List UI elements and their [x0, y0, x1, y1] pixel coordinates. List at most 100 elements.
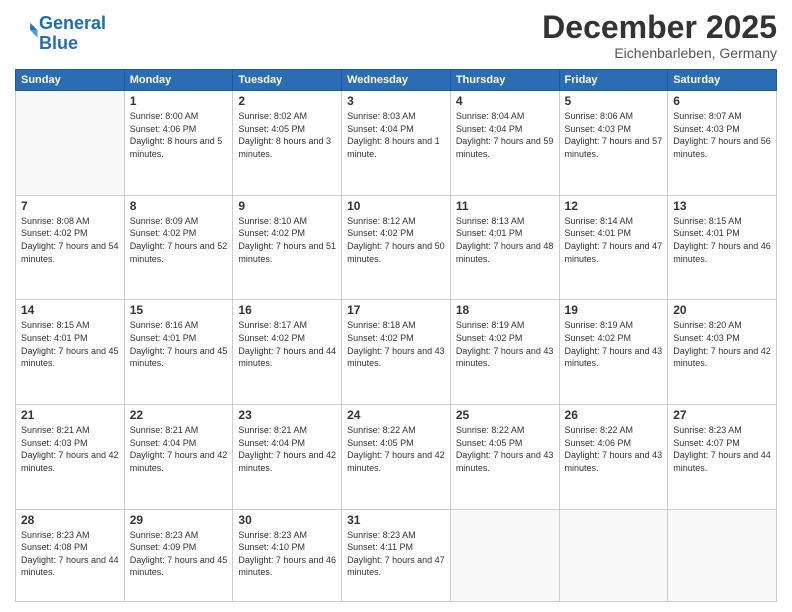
table-row: 30 Sunrise: 8:23 AM Sunset: 4:10 PM Dayl…: [233, 509, 342, 601]
table-row: 28 Sunrise: 8:23 AM Sunset: 4:08 PM Dayl…: [16, 509, 125, 601]
day-info: Sunrise: 8:09 AM Sunset: 4:02 PM Dayligh…: [130, 215, 228, 265]
table-row: 15 Sunrise: 8:16 AM Sunset: 4:01 PM Dayl…: [124, 300, 233, 405]
day-number: 5: [565, 94, 663, 108]
th-tuesday: Tuesday: [233, 70, 342, 91]
logo-line2: Blue: [39, 33, 78, 53]
day-info: Sunrise: 8:16 AM Sunset: 4:01 PM Dayligh…: [130, 319, 228, 369]
th-saturday: Saturday: [668, 70, 777, 91]
table-row: 22 Sunrise: 8:21 AM Sunset: 4:04 PM Dayl…: [124, 405, 233, 510]
day-number: 12: [565, 199, 663, 213]
day-number: 18: [456, 303, 554, 317]
th-sunday: Sunday: [16, 70, 125, 91]
table-row: 10 Sunrise: 8:12 AM Sunset: 4:02 PM Dayl…: [342, 195, 451, 300]
table-row: 31 Sunrise: 8:23 AM Sunset: 4:11 PM Dayl…: [342, 509, 451, 601]
table-row: 24 Sunrise: 8:22 AM Sunset: 4:05 PM Dayl…: [342, 405, 451, 510]
day-info: Sunrise: 8:04 AM Sunset: 4:04 PM Dayligh…: [456, 110, 554, 160]
logo-icon: [17, 20, 39, 42]
day-number: 29: [130, 513, 228, 527]
day-info: Sunrise: 8:07 AM Sunset: 4:03 PM Dayligh…: [673, 110, 771, 160]
table-row: 23 Sunrise: 8:21 AM Sunset: 4:04 PM Dayl…: [233, 405, 342, 510]
logo-text: General Blue: [39, 14, 106, 54]
day-number: 13: [673, 199, 771, 213]
table-row: 25 Sunrise: 8:22 AM Sunset: 4:05 PM Dayl…: [450, 405, 559, 510]
day-info: Sunrise: 8:15 AM Sunset: 4:01 PM Dayligh…: [673, 215, 771, 265]
day-number: 14: [21, 303, 119, 317]
calendar-table: Sunday Monday Tuesday Wednesday Thursday…: [15, 69, 777, 602]
day-info: Sunrise: 8:21 AM Sunset: 4:03 PM Dayligh…: [21, 424, 119, 474]
table-row: 11 Sunrise: 8:13 AM Sunset: 4:01 PM Dayl…: [450, 195, 559, 300]
day-info: Sunrise: 8:23 AM Sunset: 4:09 PM Dayligh…: [130, 529, 228, 579]
day-number: 30: [238, 513, 336, 527]
day-info: Sunrise: 8:22 AM Sunset: 4:05 PM Dayligh…: [347, 424, 445, 474]
day-info: Sunrise: 8:17 AM Sunset: 4:02 PM Dayligh…: [238, 319, 336, 369]
day-info: Sunrise: 8:03 AM Sunset: 4:04 PM Dayligh…: [347, 110, 445, 160]
table-row: 5 Sunrise: 8:06 AM Sunset: 4:03 PM Dayli…: [559, 91, 668, 196]
day-number: 24: [347, 408, 445, 422]
day-number: 9: [238, 199, 336, 213]
day-info: Sunrise: 8:12 AM Sunset: 4:02 PM Dayligh…: [347, 215, 445, 265]
day-info: Sunrise: 8:10 AM Sunset: 4:02 PM Dayligh…: [238, 215, 336, 265]
day-info: Sunrise: 8:21 AM Sunset: 4:04 PM Dayligh…: [130, 424, 228, 474]
day-info: Sunrise: 8:19 AM Sunset: 4:02 PM Dayligh…: [456, 319, 554, 369]
day-number: 11: [456, 199, 554, 213]
day-info: Sunrise: 8:02 AM Sunset: 4:05 PM Dayligh…: [238, 110, 336, 160]
day-info: Sunrise: 8:14 AM Sunset: 4:01 PM Dayligh…: [565, 215, 663, 265]
table-row: [559, 509, 668, 601]
table-row: 29 Sunrise: 8:23 AM Sunset: 4:09 PM Dayl…: [124, 509, 233, 601]
day-number: 10: [347, 199, 445, 213]
day-info: Sunrise: 8:23 AM Sunset: 4:08 PM Dayligh…: [21, 529, 119, 579]
location-title: Eichenbarleben, Germany: [542, 45, 777, 61]
day-number: 20: [673, 303, 771, 317]
day-info: Sunrise: 8:00 AM Sunset: 4:06 PM Dayligh…: [130, 110, 228, 160]
table-row: 27 Sunrise: 8:23 AM Sunset: 4:07 PM Dayl…: [668, 405, 777, 510]
day-info: Sunrise: 8:22 AM Sunset: 4:05 PM Dayligh…: [456, 424, 554, 474]
day-number: 17: [347, 303, 445, 317]
page: General Blue December 2025 Eichenbarlebe…: [0, 0, 792, 612]
day-info: Sunrise: 8:20 AM Sunset: 4:03 PM Dayligh…: [673, 319, 771, 369]
table-row: 4 Sunrise: 8:04 AM Sunset: 4:04 PM Dayli…: [450, 91, 559, 196]
day-number: 27: [673, 408, 771, 422]
day-info: Sunrise: 8:23 AM Sunset: 4:07 PM Dayligh…: [673, 424, 771, 474]
logo: General Blue: [15, 14, 106, 54]
day-number: 2: [238, 94, 336, 108]
day-number: 16: [238, 303, 336, 317]
day-info: Sunrise: 8:18 AM Sunset: 4:02 PM Dayligh…: [347, 319, 445, 369]
table-row: 26 Sunrise: 8:22 AM Sunset: 4:06 PM Dayl…: [559, 405, 668, 510]
day-number: 23: [238, 408, 336, 422]
table-row: 17 Sunrise: 8:18 AM Sunset: 4:02 PM Dayl…: [342, 300, 451, 405]
table-row: 6 Sunrise: 8:07 AM Sunset: 4:03 PM Dayli…: [668, 91, 777, 196]
day-number: 7: [21, 199, 119, 213]
day-number: 22: [130, 408, 228, 422]
th-friday: Friday: [559, 70, 668, 91]
day-info: Sunrise: 8:21 AM Sunset: 4:04 PM Dayligh…: [238, 424, 336, 474]
day-number: 4: [456, 94, 554, 108]
table-row: 8 Sunrise: 8:09 AM Sunset: 4:02 PM Dayli…: [124, 195, 233, 300]
table-row: 18 Sunrise: 8:19 AM Sunset: 4:02 PM Dayl…: [450, 300, 559, 405]
day-info: Sunrise: 8:13 AM Sunset: 4:01 PM Dayligh…: [456, 215, 554, 265]
day-info: Sunrise: 8:22 AM Sunset: 4:06 PM Dayligh…: [565, 424, 663, 474]
table-row: [450, 509, 559, 601]
table-row: 14 Sunrise: 8:15 AM Sunset: 4:01 PM Dayl…: [16, 300, 125, 405]
table-row: 19 Sunrise: 8:19 AM Sunset: 4:02 PM Dayl…: [559, 300, 668, 405]
day-number: 26: [565, 408, 663, 422]
day-number: 1: [130, 94, 228, 108]
header: General Blue December 2025 Eichenbarlebe…: [15, 10, 777, 61]
calendar-header-row: Sunday Monday Tuesday Wednesday Thursday…: [16, 70, 777, 91]
table-row: 3 Sunrise: 8:03 AM Sunset: 4:04 PM Dayli…: [342, 91, 451, 196]
th-wednesday: Wednesday: [342, 70, 451, 91]
day-number: 31: [347, 513, 445, 527]
title-block: December 2025 Eichenbarleben, Germany: [542, 10, 777, 61]
day-number: 28: [21, 513, 119, 527]
th-monday: Monday: [124, 70, 233, 91]
table-row: 21 Sunrise: 8:21 AM Sunset: 4:03 PM Dayl…: [16, 405, 125, 510]
day-number: 15: [130, 303, 228, 317]
day-number: 19: [565, 303, 663, 317]
table-row: 1 Sunrise: 8:00 AM Sunset: 4:06 PM Dayli…: [124, 91, 233, 196]
table-row: 20 Sunrise: 8:20 AM Sunset: 4:03 PM Dayl…: [668, 300, 777, 405]
table-row: 12 Sunrise: 8:14 AM Sunset: 4:01 PM Dayl…: [559, 195, 668, 300]
day-info: Sunrise: 8:08 AM Sunset: 4:02 PM Dayligh…: [21, 215, 119, 265]
day-info: Sunrise: 8:23 AM Sunset: 4:10 PM Dayligh…: [238, 529, 336, 579]
day-info: Sunrise: 8:06 AM Sunset: 4:03 PM Dayligh…: [565, 110, 663, 160]
table-row: 2 Sunrise: 8:02 AM Sunset: 4:05 PM Dayli…: [233, 91, 342, 196]
day-number: 25: [456, 408, 554, 422]
